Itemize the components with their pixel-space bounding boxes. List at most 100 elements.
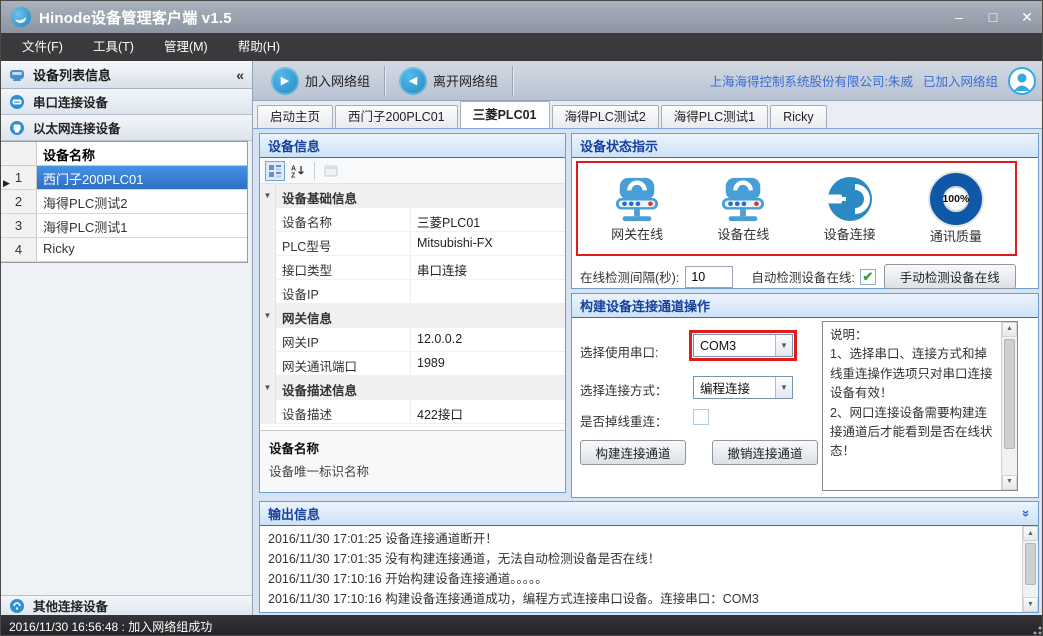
sidebar-item-other-devices[interactable]: 其他连接设备 <box>1 595 252 615</box>
collapse-sidebar-icon[interactable]: « <box>236 67 244 83</box>
reconnect-label: 是否掉线重连： <box>580 411 668 430</box>
sidebar-item-serial-devices[interactable]: 串口连接设备 <box>1 89 252 115</box>
svg-text:A: A <box>291 165 296 172</box>
row-gutter <box>260 280 276 303</box>
menu-item-3[interactable]: 帮助(H) <box>223 33 295 61</box>
note-line: 1、选择串口、连接方式和掉线重连操作选项只对串口连接设备有效！ <box>830 345 995 403</box>
leave-network-button[interactable]: ◀ 离开网络组 <box>389 64 508 98</box>
build-channel-button[interactable]: 构建连接通道 <box>580 440 686 465</box>
scrollbar-thumb[interactable] <box>1025 543 1036 585</box>
device-name: 海得PLC测试2 <box>37 190 247 213</box>
join-network-icon: ▶ <box>271 67 299 95</box>
row-number: 3 <box>1 214 37 237</box>
device-name: 海得PLC测试1 <box>37 214 247 237</box>
menu-bar: 文件(F)工具(T)管理(M)帮助(H) <box>1 33 1043 61</box>
property-row[interactable]: 网关IP12.0.0.2 <box>260 328 565 352</box>
note-scrollbar[interactable]: ▲ ▼ <box>1001 322 1017 490</box>
scroll-up-icon[interactable]: ▲ <box>1023 526 1038 541</box>
property-pages-icon <box>321 161 341 181</box>
chevron-down-icon[interactable]: ▼ <box>775 335 792 356</box>
property-label: 设备IP <box>276 280 411 303</box>
log-line: 2016/11/30 17:10:16 构建设备连接通道成功，编程方式连接串口设… <box>268 589 1014 609</box>
reconnect-checkbox[interactable] <box>693 409 709 425</box>
close-button[interactable]: ✕ <box>1010 1 1043 33</box>
categorized-icon[interactable] <box>265 161 285 181</box>
row-gutter <box>260 352 276 375</box>
property-category[interactable]: ▼设备基础信息 <box>260 184 565 208</box>
comm-quality-value: 100% <box>942 193 969 205</box>
window-title: Hinode设备管理客户端 v1.5 <box>39 7 232 28</box>
property-category[interactable]: ▼设备描述信息 <box>260 376 565 400</box>
scroll-down-icon[interactable]: ▼ <box>1002 475 1017 490</box>
scroll-down-icon[interactable]: ▼ <box>1023 597 1038 612</box>
log-line: 2016/11/30 17:01:35 没有构建连接通道，无法自动检测设备是否在… <box>268 549 1014 569</box>
tab-4[interactable]: 海得PLC测试1 <box>661 105 768 128</box>
property-value[interactable]: 1989 <box>411 352 565 375</box>
property-label: 网关通讯端口 <box>276 352 411 375</box>
row-number: 4 <box>1 238 37 261</box>
revoke-channel-button[interactable]: 撤销连接通道 <box>712 440 818 465</box>
collapse-output-icon[interactable]: » <box>1019 510 1034 517</box>
maximize-button[interactable]: □ <box>976 1 1010 33</box>
property-grid-toolbar: AZ <box>260 158 565 184</box>
property-row[interactable]: 设备描述422接口 <box>260 400 565 424</box>
menu-item-0[interactable]: 文件(F) <box>7 33 78 61</box>
property-value[interactable]: 三菱PLC01 <box>411 208 565 231</box>
property-row[interactable]: PLC型号Mitsubishi-FX <box>260 232 565 256</box>
device-row[interactable]: 2海得PLC测试2 <box>1 190 247 214</box>
row-gutter <box>260 208 276 231</box>
sidebar-item-ethernet-devices[interactable]: 以太网连接设备 <box>1 115 252 141</box>
tab-0[interactable]: 启动主页 <box>257 105 333 128</box>
property-row[interactable]: 设备名称三菱PLC01 <box>260 208 565 232</box>
output-scrollbar[interactable]: ▲ ▼ <box>1022 526 1038 612</box>
output-panel: 输出信息 » 2016/11/30 17:01:25 设备连接通道断开！2016… <box>259 501 1039 613</box>
user-avatar-icon[interactable] <box>1008 67 1036 95</box>
property-row[interactable]: 设备IP <box>260 280 565 304</box>
property-value[interactable]: 422接口 <box>411 400 565 423</box>
row-gutter <box>260 400 276 423</box>
property-category[interactable]: ▼网关信息 <box>260 304 565 328</box>
collapse-arrow-icon[interactable]: ▼ <box>260 304 276 327</box>
scrollbar-thumb[interactable] <box>1004 339 1015 449</box>
device-status-header: 设备状态指示 <box>572 134 1038 158</box>
device-row[interactable]: 3海得PLC测试1 <box>1 214 247 238</box>
join-network-button[interactable]: ▶ 加入网络组 <box>261 64 380 98</box>
chevron-down-icon[interactable]: ▼ <box>775 377 792 398</box>
tab-1[interactable]: 西门子200PLC01 <box>335 105 458 128</box>
auto-detect-checkbox[interactable]: ✔ <box>860 269 876 285</box>
sidebar-header[interactable]: 设备列表信息 « <box>1 61 252 89</box>
property-value[interactable]: 12.0.0.2 <box>411 328 565 351</box>
log-line: 2016/11/30 17:01:25 设备连接通道断开！ <box>268 529 1014 549</box>
property-value[interactable]: 串口连接 <box>411 256 565 279</box>
device-table: 设备名称 1▶西门子200PLC012海得PLC测试23海得PLC测试14Ric… <box>1 141 248 263</box>
device-row[interactable]: 1▶西门子200PLC01 <box>1 166 247 190</box>
property-label: PLC型号 <box>276 232 411 255</box>
serial-port-combo[interactable]: COM3 ▼ <box>693 334 793 357</box>
row-gutter <box>260 328 276 351</box>
collapse-arrow-icon[interactable]: ▼ <box>260 376 276 399</box>
tab-2[interactable]: 三菱PLC01 <box>460 101 550 128</box>
other-device-icon <box>9 598 25 614</box>
resize-grip[interactable] <box>1030 623 1042 635</box>
network-status-label: 已加入网络组 <box>923 71 998 90</box>
property-value[interactable] <box>411 280 565 303</box>
scroll-up-icon[interactable]: ▲ <box>1002 322 1017 337</box>
detect-settings-row: 在线检测间隔(秒): 自动检测设备在线: ✔ 手动检测设备在线 <box>580 264 1032 289</box>
device-list-icon <box>9 67 25 83</box>
device-row[interactable]: 4Ricky <box>1 238 247 262</box>
property-row[interactable]: 接口类型串口连接 <box>260 256 565 280</box>
tab-5[interactable]: Ricky <box>770 105 827 128</box>
menu-item-1[interactable]: 工具(T) <box>78 33 149 61</box>
alphabetical-sort-icon[interactable]: AZ <box>288 161 308 181</box>
interval-input[interactable] <box>685 266 733 288</box>
minimize-button[interactable]: – <box>942 1 976 33</box>
connect-mode-combo[interactable]: 编程连接 ▼ <box>693 376 793 399</box>
tab-3[interactable]: 海得PLC测试2 <box>552 105 659 128</box>
property-row[interactable]: 网关通讯端口1989 <box>260 352 565 376</box>
menu-item-2[interactable]: 管理(M) <box>149 33 223 61</box>
toolbar-separator <box>384 66 385 96</box>
collapse-arrow-icon[interactable]: ▼ <box>260 184 276 207</box>
category-name: 设备描述信息 <box>276 376 363 399</box>
property-value[interactable]: Mitsubishi-FX <box>411 232 565 255</box>
manual-detect-button[interactable]: 手动检测设备在线 <box>884 264 1016 289</box>
